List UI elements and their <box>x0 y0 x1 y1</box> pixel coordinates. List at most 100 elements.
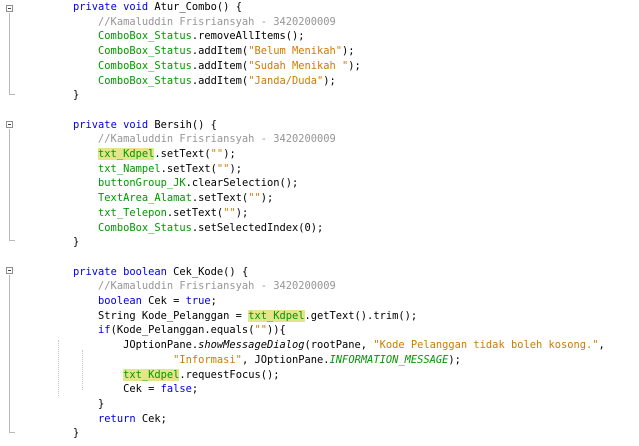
code-line[interactable]: JOptionPane.showMessageDialog(rootPane, … <box>48 338 605 352</box>
code-token: ); <box>348 59 361 72</box>
code-line[interactable]: buttonGroup_JK.clearSelection(); <box>48 176 298 190</box>
code-token: txt_Telepon <box>98 206 167 219</box>
code-line[interactable]: } <box>48 88 79 102</box>
code-token: buttonGroup_JK <box>98 177 186 190</box>
code-line[interactable]: Cek = false; <box>48 382 198 396</box>
code-token: "Kode Pelanggan tidak boleh kosong." <box>373 339 599 352</box>
code-token: ); <box>323 74 336 87</box>
code-token: } <box>48 427 80 440</box>
code-token: Atur_Combo() { <box>148 1 242 13</box>
code-token: //Kamaluddin Frisriansyah - 3420200009 <box>98 133 336 146</box>
code-token: txt_Kdpel <box>248 309 305 322</box>
code-token: , JOptionPane. <box>241 353 330 366</box>
code-token: "Belum Menikah" <box>248 45 343 58</box>
code-line[interactable]: if(Kode_Pelanggan.equals("")){ <box>48 323 286 337</box>
code-line[interactable]: ComboBox_Status.removeAllItems(); <box>48 29 304 43</box>
code-token: ; <box>210 295 217 307</box>
code-line[interactable]: "Informasi", JOptionPane.INFORMATION_MES… <box>48 353 461 367</box>
code-token: showMessageDialog <box>198 339 305 352</box>
code-line[interactable]: ComboBox_Status.setSelectedIndex(0); <box>48 221 323 235</box>
code-line[interactable]: txt_Telepon.setText(""); <box>48 206 248 220</box>
code-token: .clearSelection(); <box>185 177 299 190</box>
code-line[interactable]: ComboBox_Status.addItem("Janda/Duda"); <box>48 74 336 88</box>
code-line[interactable]: //Kamaluddin Frisriansyah - 3420200009 <box>48 279 336 293</box>
code-token: private void <box>73 118 149 131</box>
code-line[interactable]: txt_Nampel.setText(""); <box>48 162 242 176</box>
code-editor[interactable]: private void Atur_Combo() { //Kamaluddin… <box>0 0 639 446</box>
code-token: .setSelectedIndex(0); <box>191 221 324 234</box>
code-token: boolean <box>98 295 142 307</box>
code-token: ComboBox_Status <box>98 45 192 58</box>
fold-guide-line <box>9 275 10 432</box>
code-token: .requestFocus(); <box>179 368 280 381</box>
fold-end-tick <box>9 432 15 433</box>
code-token: ); <box>260 192 274 205</box>
code-token: INFORMATION_MESSAGE <box>329 353 449 366</box>
code-token: if <box>98 324 111 337</box>
code-line[interactable]: } <box>48 235 79 249</box>
code-token: "" <box>216 162 230 175</box>
code-token: ComboBox_Status <box>98 74 192 87</box>
code-line[interactable]: } <box>48 397 104 411</box>
collapse-icon[interactable] <box>6 121 13 128</box>
code-line[interactable]: return Cek; <box>48 412 167 426</box>
fold-guide-line <box>9 13 10 94</box>
code-line[interactable]: private void Bersih() { <box>48 118 217 132</box>
code-line[interactable]: String Kode_Pelanggan = txt_Kdpel.getTex… <box>48 309 417 323</box>
code-token: return <box>98 412 136 425</box>
code-token: , <box>598 339 605 352</box>
fold-end-tick <box>9 94 15 95</box>
code-token: "Janda/Duda" <box>248 74 324 87</box>
code-line[interactable]: private boolean Cek_Kode() { <box>48 265 248 279</box>
code-line[interactable]: ComboBox_Status.addItem("Sudah Menikah "… <box>48 59 361 73</box>
code-token: private void <box>73 1 149 13</box>
code-token: .addItem( <box>191 59 249 72</box>
code-line[interactable]: txt_Kdpel.requestFocus(); <box>48 368 279 382</box>
code-token: txt_Nampel <box>98 162 161 175</box>
collapse-icon[interactable] <box>6 5 13 12</box>
code-token: "" <box>210 148 224 160</box>
code-line[interactable]: //Kamaluddin Frisriansyah - 3420200009 <box>48 132 336 146</box>
fold-gutter <box>0 0 20 446</box>
code-token: txt_Kdpel <box>123 368 180 381</box>
code-token: .setText( <box>160 162 217 175</box>
code-line[interactable]: txt_Kdpel.setText(""); <box>48 147 236 161</box>
code-line[interactable]: private void Atur_Combo() { <box>48 0 242 14</box>
code-line[interactable]: } <box>48 426 79 440</box>
code-token: "" <box>248 192 261 205</box>
code-line[interactable]: //Kamaluddin Frisriansyah - 3420200009 <box>48 15 336 29</box>
code-token: Cek = <box>48 383 161 396</box>
code-token: "" <box>254 324 267 337</box>
code-token: .addItem( <box>191 45 249 58</box>
code-line[interactable]: ComboBox_Status.addItem("Belum Menikah")… <box>48 44 355 58</box>
code-token: .setText( <box>191 192 249 205</box>
code-token: .getText().trim(); <box>304 309 418 322</box>
code-token: String Kode_Pelanggan = <box>48 309 249 322</box>
code-token: Cek = <box>141 295 186 307</box>
code-line[interactable]: TextArea_Alamat.setText(""); <box>48 191 273 205</box>
code-token: (rootPane, <box>304 339 374 352</box>
code-line[interactable]: boolean Cek = true; <box>48 294 217 308</box>
code-token: "" <box>223 206 236 219</box>
code-token: Bersih() { <box>148 118 217 131</box>
collapse-icon[interactable] <box>6 267 13 274</box>
code-token: } <box>48 397 105 410</box>
